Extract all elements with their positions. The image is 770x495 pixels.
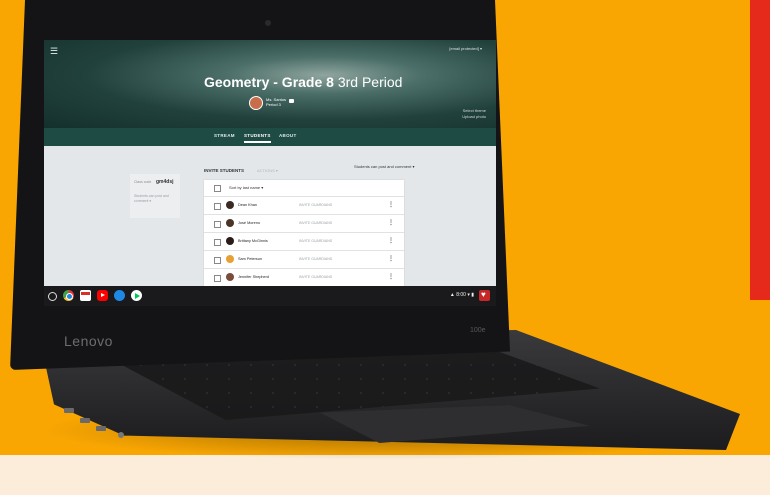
more-vert-icon[interactable]: ⋮ xyxy=(388,201,394,208)
webcam xyxy=(265,20,271,26)
invite-students-button[interactable]: INVITE STUDENTS xyxy=(204,168,244,173)
class-code-card: Class code gm4dsj Students can post and … xyxy=(130,174,180,218)
invite-guardians-link[interactable]: INVITE GUARDIANS xyxy=(299,257,332,261)
student-avatar xyxy=(226,237,234,245)
class-title-period: 3rd Period xyxy=(333,74,403,90)
class-title: Geometry - Grade 8 3rd Period xyxy=(204,74,402,90)
teacher-info: Ms. Santos Period 3 xyxy=(266,97,286,107)
class-permission-select[interactable]: Students can post and comment ▾ xyxy=(134,194,176,204)
upload-photo-link[interactable]: Upload photo xyxy=(462,114,486,120)
tab-students[interactable]: STUDENTS xyxy=(244,133,271,143)
usb-port xyxy=(64,408,74,413)
invite-guardians-link[interactable]: INVITE GUARDIANS xyxy=(299,203,332,207)
brand-logo: Lenovo xyxy=(64,333,113,349)
student-avatar xyxy=(226,255,234,263)
table-row: José Moreno INVITE GUARDIANS ⋮ xyxy=(204,214,404,233)
student-avatar xyxy=(226,273,234,281)
play-store-icon[interactable] xyxy=(131,290,142,301)
more-vert-icon[interactable]: ⋮ xyxy=(388,237,394,244)
tab-bar: STREAM STUDENTS ABOUT xyxy=(44,128,496,146)
student-name: Sam Peterson xyxy=(238,257,263,261)
class-code-value: gm4dsj xyxy=(156,179,174,185)
user-avatar[interactable] xyxy=(479,290,490,301)
decorative-red-panel xyxy=(750,0,770,300)
files-icon[interactable] xyxy=(114,290,125,301)
email-icon[interactable] xyxy=(289,99,294,103)
theme-controls: Select theme Upload photo xyxy=(462,108,486,120)
teacher-avatar xyxy=(249,96,263,110)
row-checkbox[interactable] xyxy=(214,257,221,264)
more-vert-icon[interactable]: ⋮ xyxy=(388,255,394,262)
row-checkbox[interactable] xyxy=(214,275,221,282)
invite-guardians-link[interactable]: INVITE GUARDIANS xyxy=(299,275,332,279)
row-checkbox[interactable] xyxy=(214,203,221,210)
select-all-checkbox[interactable] xyxy=(214,185,221,192)
tab-about[interactable]: ABOUT xyxy=(279,133,297,138)
sort-by-dropdown[interactable]: Sort by last name ▾ xyxy=(229,185,263,190)
sort-row: Sort by last name ▾ xyxy=(204,180,404,196)
student-name: José Moreno xyxy=(238,221,260,225)
usb-port xyxy=(80,418,90,423)
hamburger-menu-icon[interactable]: ☰ xyxy=(50,46,58,57)
invite-guardians-link[interactable]: INVITE GUARDIANS xyxy=(299,239,332,243)
table-row: Dean Khan INVITE GUARDIANS ⋮ xyxy=(204,196,404,215)
actions-dropdown[interactable]: ACTIONS ▾ xyxy=(257,168,278,173)
tab-stream[interactable]: STREAM xyxy=(214,133,235,138)
chromeos-shelf: ▲ 8:00 ▾ ▮ xyxy=(44,286,496,306)
table-row: Brittany McGinnis INVITE GUARDIANS ⋮ xyxy=(204,232,404,251)
row-checkbox[interactable] xyxy=(214,221,221,228)
account-email[interactable]: [email protected] ▾ xyxy=(449,46,482,51)
system-tray[interactable]: ▲ 8:00 ▾ ▮ xyxy=(450,292,474,298)
table-row: Sam Peterson INVITE GUARDIANS ⋮ xyxy=(204,250,404,269)
hdmi-port xyxy=(96,426,106,431)
student-avatar xyxy=(226,219,234,227)
youtube-icon[interactable] xyxy=(97,290,108,301)
audio-jack xyxy=(118,432,124,438)
invite-guardians-link[interactable]: INVITE GUARDIANS xyxy=(299,221,332,225)
table-row: Jennifer Shepherd INVITE GUARDIANS ⋮ xyxy=(204,268,404,287)
class-banner: ☰ [email protected] ▾ Geometry - Grade 8… xyxy=(44,40,496,128)
chrome-icon[interactable] xyxy=(63,290,74,301)
student-name: Brittany McGinnis xyxy=(238,239,268,243)
gmail-icon[interactable] xyxy=(80,290,91,301)
laptop-screen: ☰ [email protected] ▾ Geometry - Grade 8… xyxy=(44,40,496,306)
class-title-main: Geometry - Grade 8 xyxy=(204,74,334,90)
row-checkbox[interactable] xyxy=(214,239,221,246)
launcher-icon[interactable] xyxy=(48,292,57,301)
student-name: Jennifer Shepherd xyxy=(238,275,270,279)
background-band xyxy=(0,455,770,495)
student-name: Dean Khan xyxy=(238,203,257,207)
more-vert-icon[interactable]: ⋮ xyxy=(388,219,394,226)
more-vert-icon[interactable]: ⋮ xyxy=(388,273,394,280)
permission-select[interactable]: Students can post and comment ▾ xyxy=(354,164,415,169)
model-label: 100e xyxy=(470,327,486,334)
class-code-label: Class code xyxy=(134,180,152,184)
teacher-period: Period 3 xyxy=(266,102,281,107)
student-avatar xyxy=(226,201,234,209)
